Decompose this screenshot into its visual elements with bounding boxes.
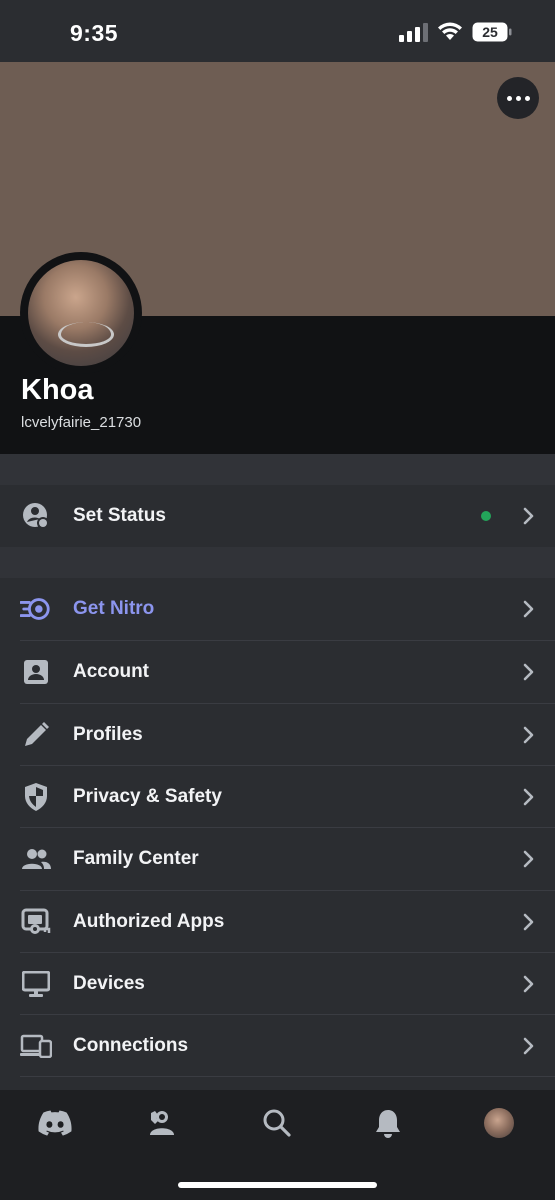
status-bar: 9:35 25 — [0, 0, 555, 62]
menu-item-account[interactable]: Account — [0, 641, 555, 703]
home-indicator — [178, 1182, 377, 1188]
devices-icon — [20, 1030, 52, 1062]
apps-key-icon — [20, 906, 52, 938]
status-icon — [20, 500, 52, 532]
menu-item-family-center[interactable]: Family Center — [0, 828, 555, 890]
chevron-right-icon — [523, 1037, 534, 1055]
discord-icon — [38, 1110, 72, 1136]
avatar — [484, 1108, 514, 1138]
menu-item-label: Account — [73, 661, 149, 682]
menu-item-label: Connections — [73, 1035, 189, 1056]
menu-item-label: Family Center — [73, 848, 199, 869]
set-status-label: Set Status — [73, 505, 166, 526]
chevron-right-icon — [523, 507, 534, 525]
menu-item-label: Authorized Apps — [73, 911, 225, 932]
menu-item-devices[interactable]: Devices — [0, 953, 555, 1015]
display-name: Khoa — [21, 374, 94, 406]
divider — [20, 1076, 555, 1077]
tab-friends[interactable] — [147, 1106, 181, 1140]
menu-item-connections[interactable]: Connections — [0, 1015, 555, 1077]
bell-icon — [376, 1110, 400, 1138]
more-dot-icon — [506, 95, 512, 101]
people-icon — [20, 843, 52, 875]
wifi-icon — [438, 22, 462, 40]
more-options-button[interactable] — [497, 77, 539, 119]
tab-home[interactable] — [38, 1106, 72, 1140]
set-status-row[interactable]: Set Status — [0, 485, 555, 547]
chevron-right-icon — [523, 663, 534, 681]
section-gap — [0, 547, 555, 578]
shield-icon — [20, 781, 52, 813]
menu-item-privacy-safety[interactable]: Privacy & Safety — [0, 766, 555, 828]
account-icon — [20, 656, 52, 688]
menu-item-label: Profiles — [73, 724, 143, 745]
menu-item-get-nitro[interactable]: Get Nitro — [0, 578, 555, 640]
battery-level: 25 — [482, 24, 498, 40]
more-dot-icon — [524, 95, 530, 101]
menu-item-label: Devices — [73, 973, 145, 994]
tab-notifications[interactable] — [371, 1106, 405, 1140]
chevron-right-icon — [523, 975, 534, 993]
section-gap — [0, 454, 555, 485]
chevron-right-icon — [523, 600, 534, 618]
signal-icon — [399, 23, 428, 42]
friends-icon — [150, 1111, 174, 1135]
status-time: 9:35 — [70, 20, 119, 46]
search-icon — [263, 1109, 291, 1137]
chevron-right-icon — [523, 726, 534, 744]
online-status-dot — [481, 511, 491, 521]
menu-item-profiles[interactable]: Profiles — [0, 704, 555, 766]
avatar[interactable] — [20, 252, 142, 374]
username: lcvelyfairie_21730 — [21, 414, 142, 431]
menu-item-label: Privacy & Safety — [73, 786, 222, 807]
tab-you[interactable] — [482, 1106, 516, 1140]
battery-icon: 25 — [472, 22, 512, 42]
avatar-image — [28, 260, 134, 366]
menu-item-label: Get Nitro — [73, 598, 155, 619]
nitro-icon — [20, 593, 52, 625]
chevron-right-icon — [523, 788, 534, 806]
pencil-icon — [20, 719, 52, 751]
menu-item-authorized-apps[interactable]: Authorized Apps — [0, 891, 555, 953]
more-dot-icon — [515, 95, 521, 101]
tab-search[interactable] — [260, 1106, 294, 1140]
monitor-icon — [20, 968, 52, 1000]
chevron-right-icon — [523, 913, 534, 931]
chevron-right-icon — [523, 850, 534, 868]
